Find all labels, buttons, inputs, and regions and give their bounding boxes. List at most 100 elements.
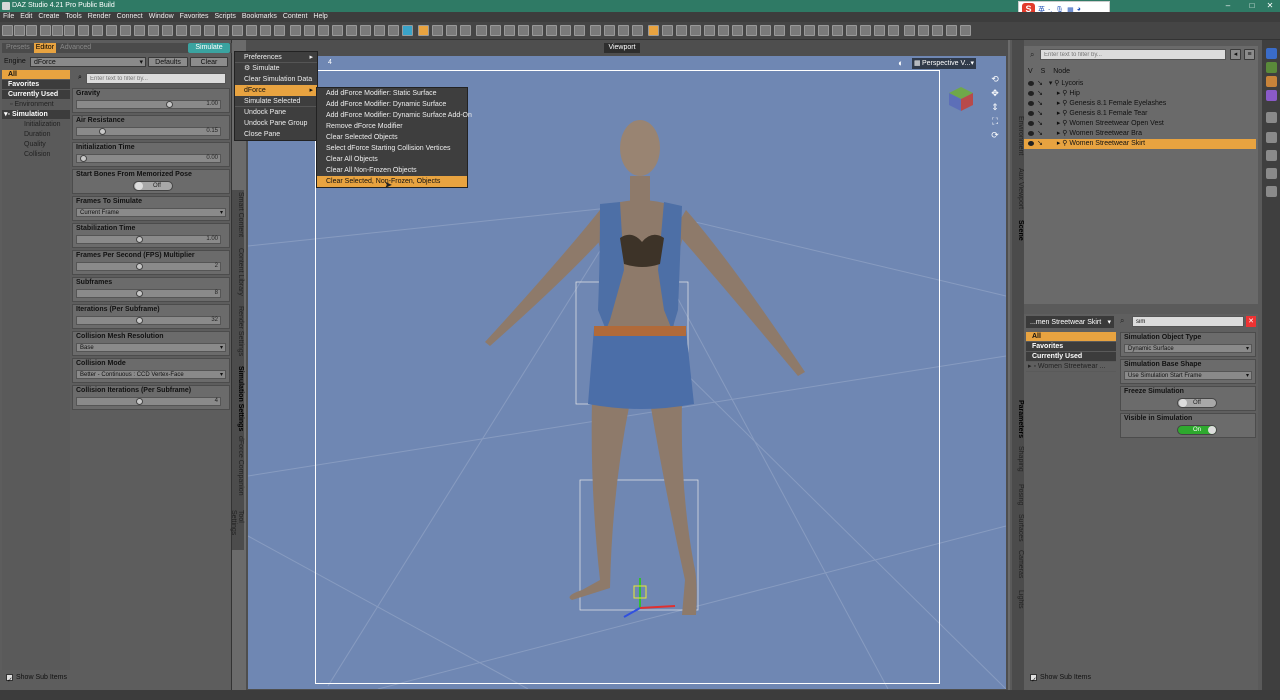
- toolbar-tool-icon[interactable]: [604, 25, 615, 36]
- toolbar-tool-icon[interactable]: [662, 25, 673, 36]
- property-frames-to-simulate[interactable]: Frames To Simulate Current Frame ▾: [72, 196, 230, 221]
- visibility-eye-icon[interactable]: [1028, 120, 1034, 126]
- side-tab-content-library[interactable]: Content Library: [232, 248, 244, 296]
- toolbar-tool-icon[interactable]: [818, 25, 829, 36]
- group-collision[interactable]: Collision: [2, 150, 70, 160]
- parameter-freeze-simulation[interactable]: Freeze Simulation Off: [1120, 386, 1256, 411]
- side-tab-render-settings[interactable]: Render Settings: [232, 306, 244, 356]
- toolbar-tool-icon[interactable]: [274, 25, 285, 36]
- toolbar-tool-icon[interactable]: [532, 25, 543, 36]
- frame-icon[interactable]: ⛶: [990, 116, 1000, 126]
- side-tab-smart-content[interactable]: Smart Content: [232, 192, 244, 237]
- menu-edit[interactable]: Edit: [20, 12, 32, 22]
- toolbar-tool-icon[interactable]: [148, 25, 159, 36]
- submenu-item-add-dforce-modifier-dynamic-surface[interactable]: Add dForce Modifier: Dynamic Surface: [317, 99, 467, 110]
- character-figure[interactable]: [460, 110, 820, 630]
- property-slider[interactable]: 8: [76, 289, 221, 298]
- toolbar-tool-icon[interactable]: [574, 25, 585, 36]
- toolbar-tool-icon[interactable]: [860, 25, 871, 36]
- menu-item-undock-pane[interactable]: Undock Pane: [235, 107, 317, 118]
- toolbar-tool-icon[interactable]: [704, 25, 715, 36]
- toolbar-tool-icon[interactable]: [560, 25, 571, 36]
- group-quality[interactable]: Quality: [2, 140, 70, 150]
- select-arrow-icon[interactable]: ↘: [1037, 110, 1043, 117]
- parameter-simulation-base-shape[interactable]: Simulation Base Shape Use Simulation Star…: [1120, 359, 1256, 384]
- select-arrow-icon[interactable]: ↘: [1037, 80, 1043, 87]
- parameters-search-input[interactable]: [1132, 316, 1244, 327]
- submenu-item-remove-dforce-modifier[interactable]: Remove dForce Modifier: [317, 121, 467, 132]
- tool-shortcut-icon[interactable]: [1266, 150, 1277, 161]
- toolbar-tool-icon[interactable]: [134, 25, 145, 36]
- toolbar-tool-icon[interactable]: [26, 25, 37, 36]
- scene-filter-input[interactable]: [1040, 49, 1226, 60]
- submenu-item-clear-all-objects[interactable]: Clear All Objects: [317, 154, 467, 165]
- group-favorites[interactable]: Favorites: [2, 80, 70, 90]
- submenu-item-clear-selected-objects[interactable]: Clear Selected Objects: [317, 132, 467, 143]
- menu-item-simulate-selected[interactable]: Simulate Selected: [235, 96, 317, 107]
- dolly-icon[interactable]: ⇕: [990, 102, 1000, 112]
- property-gravity[interactable]: Gravity 1.00: [72, 88, 230, 113]
- menu-item-preferences[interactable]: Preferences ▸: [235, 52, 317, 63]
- scene-node[interactable]: ↘ ▸ ⚲ Hip: [1024, 89, 1256, 99]
- submenu-item-add-dforce-modifier-dynamic-surface-add-on[interactable]: Add dForce Modifier: Dynamic Surface Add…: [317, 110, 472, 121]
- select-arrow-icon[interactable]: ↘: [1037, 120, 1043, 127]
- toolbar-tool-icon[interactable]: [618, 25, 629, 36]
- menu-help[interactable]: Help: [313, 12, 327, 22]
- visibility-eye-icon[interactable]: [1028, 100, 1034, 106]
- toolbar-tool-icon[interactable]: [518, 25, 529, 36]
- tab-presets[interactable]: Presets: [6, 43, 30, 53]
- toolbar-tool-icon[interactable]: [346, 25, 357, 36]
- side-tab-scene[interactable]: Scene: [1012, 220, 1024, 241]
- checkbox-icon[interactable]: ✓: [6, 673, 13, 684]
- slider-thumb[interactable]: [136, 398, 144, 405]
- toolbar-tool-icon[interactable]: [718, 25, 729, 36]
- menu-bookmarks[interactable]: Bookmarks: [242, 12, 277, 22]
- scene-node[interactable]: ↘ ▸ ⚲ Women Streetwear Bra: [1024, 129, 1256, 139]
- property-slider[interactable]: 32: [76, 316, 221, 325]
- slider-thumb[interactable]: [165, 101, 173, 108]
- close-window-button[interactable]: ✕: [1258, 0, 1280, 12]
- slider-value[interactable]: 1.00: [206, 101, 218, 107]
- scene-node[interactable]: ↘ ▾ ⚲ Lycoris: [1024, 79, 1256, 89]
- toolbar-tool-icon[interactable]: [218, 25, 229, 36]
- toolbar-tool-icon[interactable]: [402, 25, 413, 36]
- reset-view-icon[interactable]: ⟳: [990, 130, 1000, 140]
- slider-thumb[interactable]: [136, 317, 144, 324]
- menu-item-clear-simulation-data[interactable]: Clear Simulation Data: [235, 74, 317, 85]
- toolbar-tool-icon[interactable]: [14, 25, 25, 36]
- tool-shortcut-icon[interactable]: [1266, 62, 1277, 73]
- side-tab-cameras[interactable]: Cameras: [1012, 550, 1024, 578]
- submenu-item-select-dforce-starting-collision-vertices[interactable]: Select dForce Starting Collision Vertice…: [317, 143, 467, 154]
- property-slider[interactable]: 2: [76, 262, 221, 271]
- group-simulation[interactable]: ▾▫ Simulation: [2, 110, 70, 120]
- side-tab-surfaces[interactable]: Surfaces: [1012, 514, 1024, 542]
- toolbar-tool-icon[interactable]: [360, 25, 371, 36]
- side-tab-dforce-companion[interactable]: dForce Companion: [232, 436, 244, 496]
- select-arrow-icon[interactable]: ↘: [1037, 140, 1043, 147]
- visibility-eye-icon[interactable]: [1028, 110, 1034, 116]
- toolbar-tool-icon[interactable]: [888, 25, 899, 36]
- view-cube[interactable]: [948, 86, 974, 112]
- slider-value[interactable]: 1.00: [206, 236, 218, 242]
- visibility-eye-icon[interactable]: [1028, 130, 1034, 136]
- scene-node[interactable]: ↘ ▸ ⚲ Women Streetwear Skirt: [1024, 139, 1256, 149]
- slider-value[interactable]: 8: [215, 290, 218, 296]
- property-dropdown[interactable]: Base ▾: [76, 343, 226, 352]
- menu-connect[interactable]: Connect: [117, 12, 143, 22]
- menu-item-close-pane[interactable]: Close Pane: [235, 129, 317, 140]
- property-slider[interactable]: 1.00: [76, 235, 221, 244]
- toolbar-tool-icon[interactable]: [418, 25, 429, 36]
- toolbar-tool-icon[interactable]: [632, 25, 643, 36]
- clear-search-icon[interactable]: ✕: [1246, 316, 1256, 327]
- side-tab-lights[interactable]: Lights: [1012, 590, 1024, 609]
- pan-icon[interactable]: ✥: [990, 88, 1000, 98]
- toolbar-tool-icon[interactable]: [732, 25, 743, 36]
- toolbar-tool-icon[interactable]: [64, 25, 75, 36]
- engine-select[interactable]: dForce ▾: [30, 57, 146, 67]
- tool-shortcut-icon[interactable]: [1266, 186, 1277, 197]
- property-initialization-time[interactable]: Initialization Time 0.00: [72, 142, 230, 167]
- pgroup-currently-used[interactable]: Currently Used: [1026, 352, 1116, 362]
- visibility-eye-icon[interactable]: [1028, 80, 1034, 86]
- toolbar-tool-icon[interactable]: [904, 25, 915, 36]
- tool-shortcut-icon[interactable]: [1266, 168, 1277, 179]
